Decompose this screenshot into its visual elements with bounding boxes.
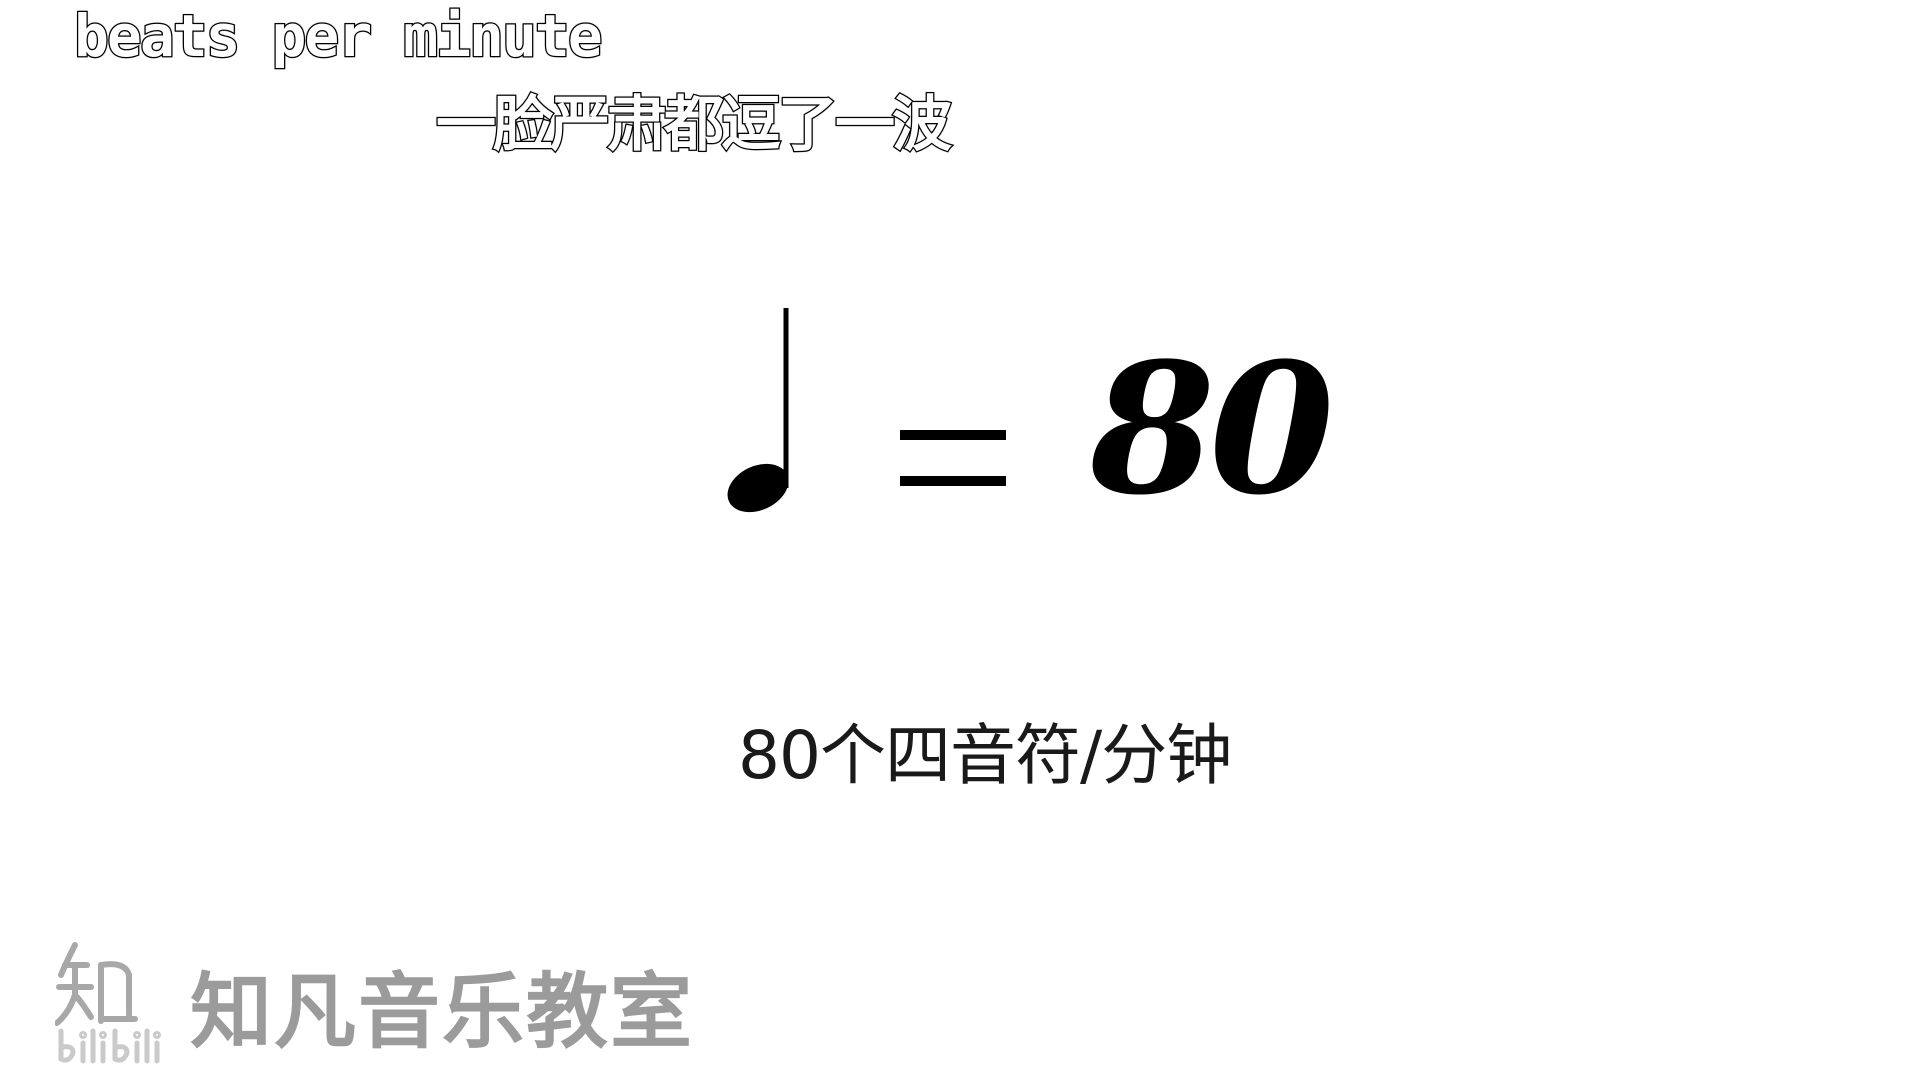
zhifan-logo-icon	[55, 942, 138, 1026]
bpm-caption: 80个四音符/分钟	[738, 717, 1232, 794]
danmaku-comment: 一脸严肃都逗了一波	[435, 89, 954, 162]
channel-watermark: 知凡音乐教室	[55, 935, 735, 1075]
equals-sign-icon	[900, 430, 1006, 486]
danmaku-comment: beats per minute	[73, 1, 604, 72]
video-frame: beats per minute 一脸严肃都逗了一波 80 80个四音符/分钟	[0, 0, 1920, 1080]
bpm-value: 80	[1090, 324, 1334, 535]
quarter-note-icon	[727, 308, 789, 513]
channel-name: 知凡音乐教室	[190, 965, 695, 1060]
bilibili-logo-icon	[58, 1028, 161, 1064]
